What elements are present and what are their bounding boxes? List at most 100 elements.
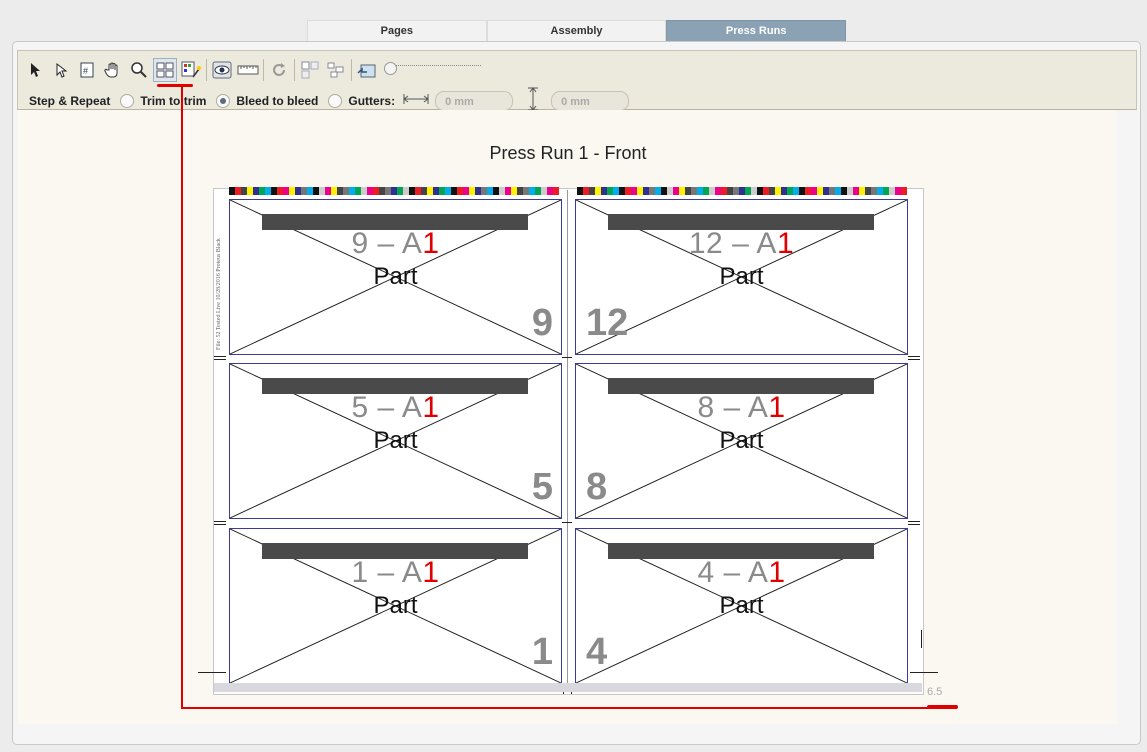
part-label: Part [719,263,764,290]
page-label: 9 – A1 [351,227,440,260]
color-bar-patch [619,187,625,195]
color-bar-patch [691,187,697,195]
imposition-cell[interactable]: 4 – A1 Part 4 [575,528,908,684]
zoom-icon[interactable] [128,59,150,81]
color-bar-patch [337,187,343,195]
toolbar-separator [294,59,295,81]
horizontal-gutter-input[interactable]: 0 mm [435,90,514,111]
align-grid-icon[interactable] [299,59,321,81]
sheet-bottom-strip [214,683,922,692]
color-bar-right [577,187,907,195]
svg-text:#: # [83,66,88,76]
color-bar-patch [859,187,865,195]
zoom-slider-knob[interactable] [384,62,397,75]
color-bar-patch [805,187,811,195]
preview-eye-icon[interactable] [211,59,233,81]
imposition-cell[interactable]: 9 – A1 Part 9 [229,199,562,355]
color-bar-patch [229,187,235,195]
color-bar-patch [703,187,709,195]
color-bar-patch [697,187,703,195]
color-bar-patch [853,187,859,195]
color-bar-patch [673,187,679,195]
page-label: 4 – A1 [697,556,786,589]
bleed-to-bleed-label[interactable]: Bleed to bleed [236,94,318,108]
ruler-icon[interactable] [237,59,259,81]
crop-mark [198,672,226,673]
tab-pages[interactable]: Pages [307,20,487,41]
color-bar-patch [451,187,457,195]
color-bar-patch [277,187,283,195]
imposition-cell[interactable]: 12 – A1 Part 12 [575,199,908,355]
color-bar-patch [433,187,439,195]
trim-to-trim-radio[interactable] [120,93,135,108]
color-bar-patch [523,187,529,195]
step-repeat-label: Step & Repeat [29,93,111,108]
annotation-line [157,84,193,87]
hand-icon[interactable] [102,59,124,81]
color-bar-patch [475,187,481,195]
distribute-icon[interactable] [325,59,347,81]
color-bar-patch [553,187,559,195]
color-bar-patch [829,187,835,195]
press-run-title: Press Run 1 - Front [489,143,647,163]
imposition-cell[interactable]: 8 – A1 Part 8 [575,363,908,519]
color-bar-patch [397,187,403,195]
crop-mark [908,524,920,525]
vertical-gutter-input[interactable]: 0 mm [551,90,630,111]
arrow-pointer-icon[interactable] [24,59,46,81]
page-label: 12 – A1 [688,227,795,260]
color-bar-patch [343,187,349,195]
layout-wizard-icon[interactable] [180,59,202,81]
color-bar-patch [763,187,769,195]
zoom-slider[interactable] [384,61,481,79]
toolbar-separator [263,59,264,81]
color-bar-patch [505,187,511,195]
crop-mark [908,356,920,357]
trim-to-trim-label[interactable]: Trim to trim [140,94,206,108]
color-bar-patch [511,187,517,195]
color-bar-patch [589,187,595,195]
rotate-icon[interactable] [268,59,290,81]
color-bar-patch [283,187,289,195]
page-number-icon[interactable]: # [76,59,98,81]
color-bar-patch [361,187,367,195]
color-bar-patch [493,187,499,195]
color-bar-patch [871,187,877,195]
crop-mark [562,357,572,358]
gutters-label: Gutters: [348,93,396,108]
color-bar-patch [709,187,715,195]
color-bar-patch [631,187,637,195]
part-label: Part [719,427,764,454]
gutters-radio[interactable] [328,93,343,108]
color-bar-patch [577,187,583,195]
step-repeat-grid-icon[interactable] [153,58,177,82]
color-bar-patch [373,187,379,195]
page-label: 1 – A1 [351,556,440,589]
color-bar-patch [469,187,475,195]
color-bar-patch [247,187,253,195]
direct-select-icon[interactable] [50,59,72,81]
color-bar-patch [601,187,607,195]
color-bar-patch [427,187,433,195]
bleed-to-bleed-radio[interactable] [216,93,231,108]
slugline-text: File: 52 Tested Live 10/28/2016 Proteus … [216,238,222,350]
color-bar-patch [679,187,685,195]
color-bar-patch [517,187,523,195]
color-bar-patch [649,187,655,195]
imposition-cell[interactable]: 5 – A1 Part 5 [229,363,562,519]
color-bar-patch [331,187,337,195]
tab-assembly[interactable]: Assembly [486,20,667,41]
color-bar-patch [799,187,805,195]
crop-mark [214,359,226,360]
color-bar-patch [625,187,631,195]
fit-view-icon[interactable] [356,59,378,81]
imposition-cell[interactable]: 1 – A1 Part 1 [229,528,562,684]
annotation-line [181,707,957,709]
color-bar-patch [271,187,277,195]
color-bar-patch [463,187,469,195]
color-bar-patch [259,187,265,195]
crop-mark [908,521,920,522]
tab-press-runs[interactable]: Press Runs [666,20,847,41]
coordinate-readout: 6.5 [927,686,943,698]
color-bar-patch [415,187,421,195]
